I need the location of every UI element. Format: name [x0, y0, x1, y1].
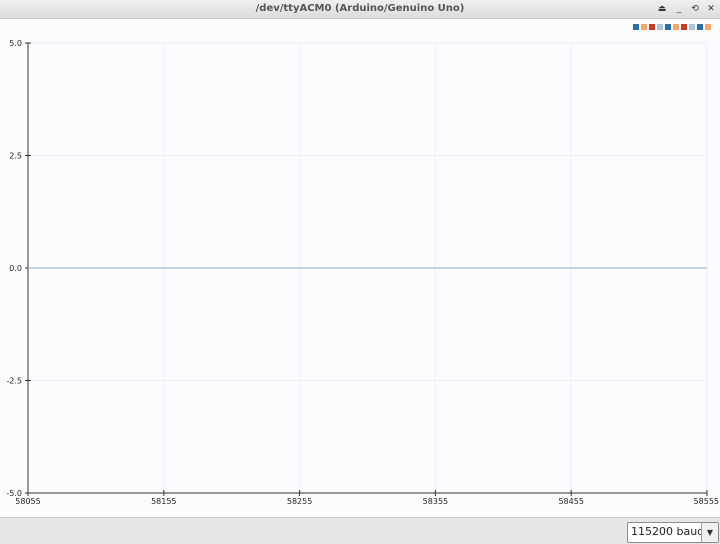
serial-plot-chart: 5.02.50.0-2.5-5.058055 58155 58255 58355 584… — [6, 24, 719, 506]
y-tick-label: 5.0 — [9, 39, 22, 48]
legend-swatch — [681, 24, 687, 30]
chevron-down-icon[interactable]: ▼ — [701, 523, 718, 542]
baud-rate-select[interactable]: 115200 baud ▼ — [627, 522, 719, 543]
legend-swatch — [649, 24, 655, 30]
legend-swatch — [641, 24, 647, 30]
legend-swatch — [697, 24, 703, 30]
legend-swatch — [705, 24, 711, 30]
eject-icon[interactable]: ⏏ — [655, 2, 669, 16]
restore-icon[interactable]: ⟲ — [688, 2, 702, 16]
x-tick-label: 58055 — [15, 497, 40, 506]
x-tick-label: 58255 — [287, 497, 312, 506]
y-tick-label: 0.0 — [9, 264, 22, 273]
plot-area: 5.0 2.5 0.0 -2.5 -5.0 58055 58155 58255 58355 584… — [0, 19, 720, 517]
title-bar: /dev/ttyACM0 (Arduino/Genuino Uno) ⏏ _ ⟲… — [0, 0, 720, 19]
x-tick-label: 58555 — [694, 497, 719, 506]
legend-swatch — [689, 24, 695, 30]
close-icon[interactable]: ✕ — [704, 2, 718, 16]
minimize-icon[interactable]: _ — [672, 2, 686, 16]
legend-swatch — [657, 24, 663, 30]
status-bar: 115200 baud ▼ — [0, 517, 720, 544]
window-title: /dev/ttyACM0 (Arduino/Genuino Uno) — [255, 3, 465, 14]
y-tick-label: -2.5 — [6, 377, 22, 386]
x-tick-label: 58355 — [423, 497, 448, 506]
legend-swatch — [665, 24, 671, 30]
legend-swatch — [673, 24, 679, 30]
x-tick-label: 58155 — [151, 497, 176, 506]
baud-rate-value: 115200 baud — [631, 525, 705, 538]
legend-swatch — [633, 24, 639, 30]
x-tick-label: 58455 — [558, 497, 583, 506]
y-tick-label: 2.5 — [9, 152, 22, 161]
